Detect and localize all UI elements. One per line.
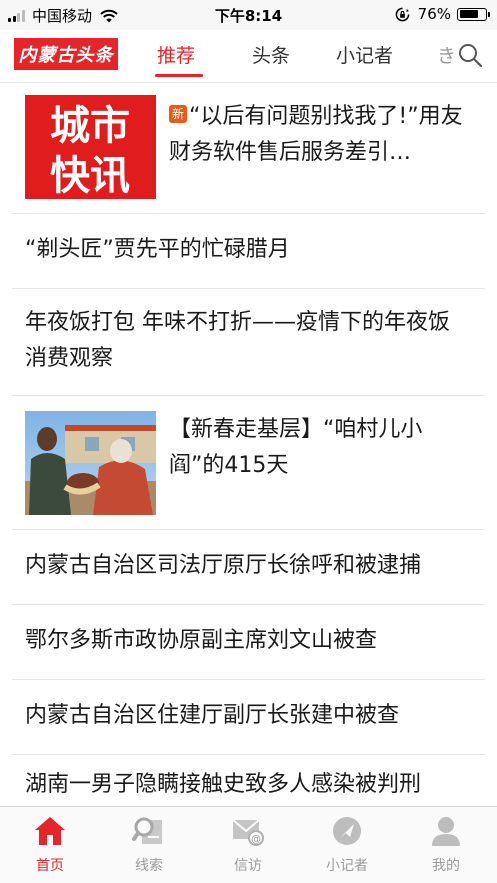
tab-recommend[interactable]: 推荐	[157, 41, 195, 68]
news-item[interactable]: 鄂尔多斯市政协原副主席刘文山被查	[12, 605, 485, 680]
svg-text:快讯: 快讯	[50, 153, 130, 199]
rotation-lock-icon	[395, 7, 409, 21]
status-bar: 中国移动 下午8:14 76%	[0, 0, 497, 30]
search-icon[interactable]	[457, 42, 483, 68]
battery-icon	[457, 7, 490, 21]
home-icon	[35, 817, 65, 845]
news-item-text: 年夜饭打包 年味不打折——疫情下的年夜饭消费观察	[25, 305, 467, 377]
news-item[interactable]: 城市 快讯 新 “以后有问题别找我了!”用友财务软件售后服务差引…	[12, 83, 485, 214]
tabbar-label: 首页	[36, 858, 64, 874]
clue-icon	[132, 817, 162, 844]
village-photo-thumbnail	[25, 411, 156, 515]
active-tab-indicator	[155, 74, 203, 77]
tabbar-clues[interactable]: 线索	[109, 815, 189, 875]
news-title: 新 “以后有问题别找我了!”用友财务软件售后服务差引…	[169, 104, 463, 165]
news-title: 鄂尔多斯市政协原副主席刘文山被查	[25, 628, 378, 653]
news-item-text: 新 “以后有问题别找我了!”用友财务软件售后服务差引…	[169, 99, 467, 171]
bottom-tab-bar: 首页 线索 @ 信访 小记者 我的	[0, 806, 497, 883]
channel-nav: 内蒙古头条 推荐 头条 小记者 き	[0, 30, 497, 83]
news-title: 年夜饭打包 年味不打折——疫情下的年夜饭消费观察	[25, 310, 450, 371]
tabbar-mine[interactable]: 我的	[406, 815, 486, 875]
news-item-text: 鄂尔多斯市政协原副主席刘文山被查	[25, 623, 467, 659]
app-screen: 中国移动 下午8:14 76% 内蒙古头条 推荐 头条 小记者 き 城市 快讯 …	[0, 0, 497, 883]
news-list: 城市 快讯 新 “以后有问题别找我了!”用友财务软件售后服务差引… “剃头匠”贾先…	[0, 83, 497, 830]
status-right: 76%	[395, 5, 490, 23]
tabbar-petition[interactable]: @ 信访	[208, 815, 288, 875]
svg-text:@: @	[251, 834, 261, 845]
news-title: 内蒙古自治区司法厅原厅长徐呼和被逮捕	[25, 553, 422, 578]
news-title: 【新春走基层】“咱村儿小阎”的415天	[169, 417, 423, 478]
tabbar-label: 我的	[432, 858, 460, 874]
news-item-text: 【新春走基层】“咱村儿小阎”的415天	[169, 412, 467, 484]
tab-little-reporter[interactable]: 小记者	[336, 41, 393, 68]
city-news-thumbnail: 城市 快讯	[25, 95, 156, 199]
news-item[interactable]: 【新春走基层】“咱村儿小阎”的415天	[12, 396, 485, 530]
app-logo: 内蒙古头条	[14, 38, 118, 70]
news-item[interactable]: 年夜饭打包 年味不打折——疫情下的年夜饭消费观察	[12, 289, 485, 396]
news-item[interactable]: “剃头匠”贾先平的忙碌腊月	[12, 214, 485, 289]
news-title: 湖南一男子隐瞒接触史致多人感染被判刑	[25, 772, 422, 797]
tabbar-label: 信访	[234, 858, 262, 874]
news-item-text: “剃头匠”贾先平的忙碌腊月	[25, 232, 467, 268]
news-title: 内蒙古自治区住建厅副厅长张建中被查	[25, 703, 400, 728]
tab-partial[interactable]: き	[437, 41, 456, 68]
tab-headlines[interactable]: 头条	[252, 41, 290, 68]
tabbar-home[interactable]: 首页	[10, 815, 90, 875]
tabbar-label: 小记者	[326, 858, 368, 874]
reporter-icon	[333, 817, 361, 845]
news-item-text: 内蒙古自治区住建厅副厅长张建中被查	[25, 698, 467, 734]
new-badge: 新	[169, 105, 187, 123]
tabbar-label: 线索	[135, 858, 163, 874]
news-item[interactable]: 内蒙古自治区司法厅原厅长徐呼和被逮捕	[12, 530, 485, 605]
letter-icon: @	[232, 819, 264, 846]
news-item[interactable]: 内蒙古自治区住建厅副厅长张建中被查	[12, 680, 485, 755]
news-title: “剃头匠”贾先平的忙碌腊月	[25, 237, 290, 262]
profile-icon	[432, 817, 460, 846]
battery-percent: 76%	[417, 5, 451, 23]
news-item-text: 湖南一男子隐瞒接触史致多人感染被判刑	[25, 767, 467, 803]
news-item-text: 内蒙古自治区司法厅原厅长徐呼和被逮捕	[25, 548, 467, 584]
tabbar-reporter[interactable]: 小记者	[307, 815, 387, 875]
svg-text:城市: 城市	[50, 103, 130, 149]
